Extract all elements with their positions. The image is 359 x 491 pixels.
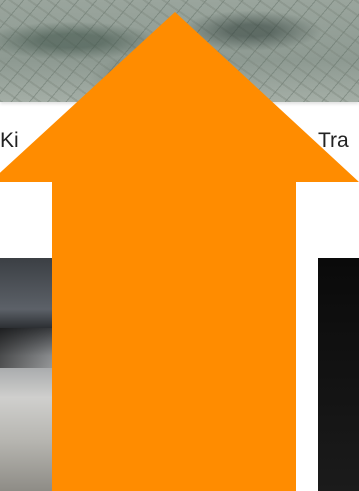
screen: Ki Tra [0,0,359,491]
up-arrow-icon [0,12,359,491]
